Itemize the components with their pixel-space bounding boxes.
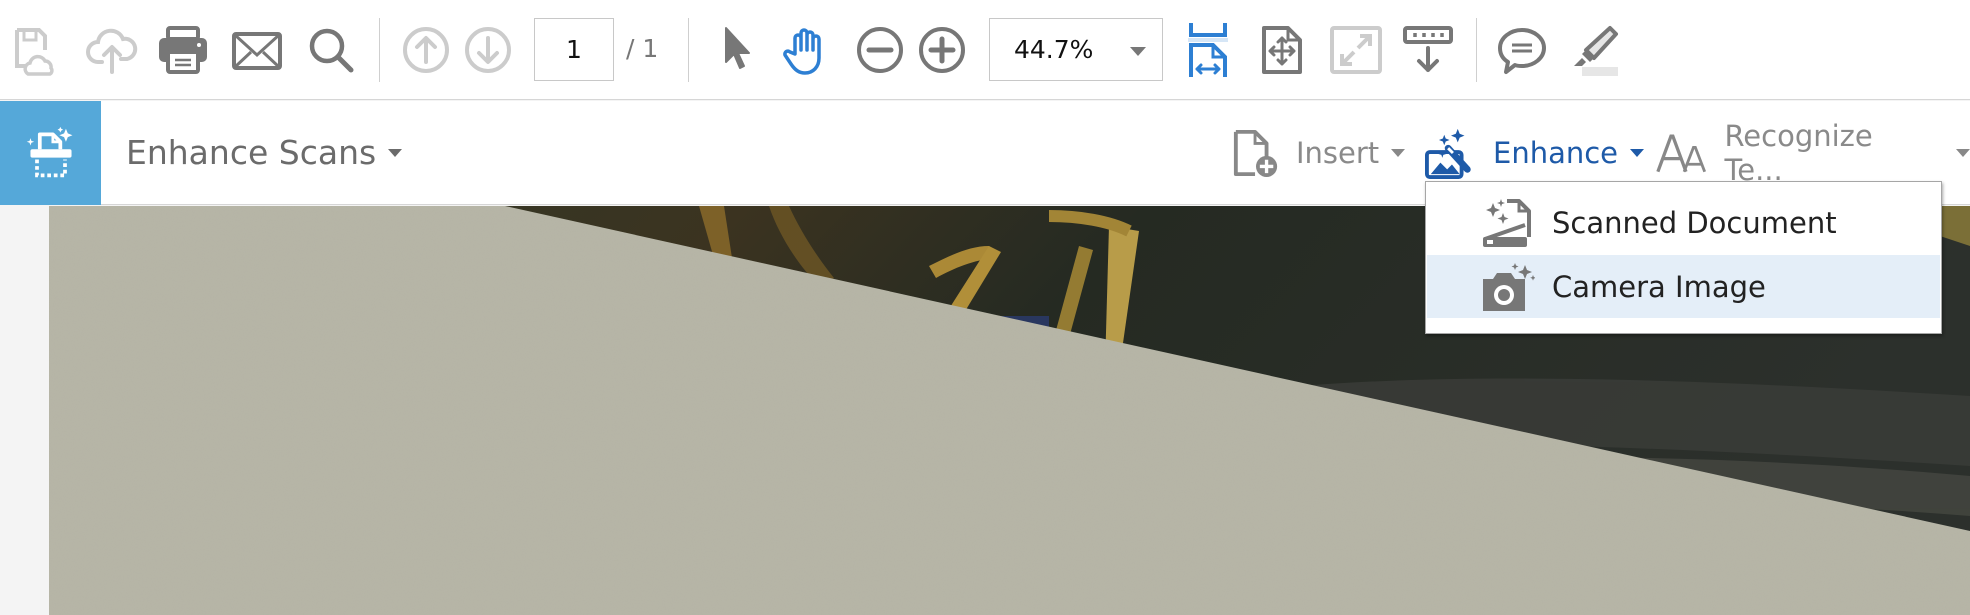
chevron-down-icon: [1630, 149, 1645, 157]
highlighter-icon: [1574, 26, 1618, 76]
enhance-scans-icon: [26, 126, 72, 178]
acrobat-window: 1 / 1 44.7% Enhance Scans Insert Enhance…: [0, 0, 1970, 615]
tool-name-dropdown[interactable]: Enhance Scans: [126, 133, 403, 172]
email-button[interactable]: [229, 22, 285, 78]
print-button[interactable]: [155, 22, 211, 78]
comment-bubble-icon: [1498, 28, 1546, 74]
enhance-dropdown[interactable]: Enhance: [1425, 123, 1645, 183]
full-screen-button[interactable]: [1328, 22, 1384, 78]
scrolling-mode-button[interactable]: [1180, 20, 1236, 80]
menu-item-scanned-document[interactable]: Scanned Document: [1427, 191, 1940, 254]
insert-dropdown[interactable]: Insert: [1232, 123, 1406, 183]
zoom-out-icon: [857, 27, 903, 73]
highlight-button[interactable]: [1566, 22, 1622, 78]
keyboard-download-button[interactable]: [1400, 22, 1456, 78]
hand-tool-button[interactable]: [779, 22, 835, 78]
scrolling-mode-icon: [1188, 23, 1228, 77]
camera-image-icon: [1483, 263, 1535, 311]
comment-button[interactable]: [1494, 22, 1550, 78]
toolbar-separator: [688, 18, 689, 82]
scanned-document-icon: [1483, 199, 1531, 247]
fit-page-button[interactable]: [1254, 22, 1310, 78]
zoom-level-value: 44.7%: [1014, 35, 1094, 64]
enhance-menu: Scanned Document Camera Image: [1425, 181, 1942, 334]
tool-name-label: Enhance Scans: [126, 133, 377, 172]
menu-item-label: Camera Image: [1552, 269, 1766, 304]
zoom-in-button[interactable]: [914, 22, 970, 78]
printer-icon: [159, 26, 207, 74]
cloud-upload-icon: [86, 28, 138, 74]
full-screen-icon: [1330, 26, 1382, 74]
keyboard-download-icon: [1403, 26, 1453, 72]
zoom-in-icon: [919, 27, 965, 73]
recognize-text-icon: [1656, 134, 1707, 173]
chevron-down-icon: [1391, 149, 1406, 157]
enhance-magic-wand-icon: [1425, 128, 1471, 179]
insert-label: Insert: [1296, 136, 1380, 170]
menu-item-label: Scanned Document: [1552, 205, 1837, 240]
envelope-icon: [232, 32, 282, 70]
hand-tool-icon: [783, 28, 821, 75]
chevron-down-icon: [1130, 47, 1146, 56]
zoom-level-dropdown[interactable]: 44.7%: [989, 18, 1163, 81]
enhance-scans-tool-badge: [0, 101, 101, 205]
main-toolbar: 1 / 1 44.7%: [0, 0, 1970, 100]
search-button[interactable]: [303, 22, 359, 78]
toolbar-separator: [379, 18, 380, 82]
arrow-down-circle-icon: [465, 27, 511, 73]
toolbar-separator: [1476, 18, 1477, 82]
chevron-down-icon: [388, 148, 403, 157]
previous-page-button[interactable]: [398, 22, 454, 78]
select-tool-button[interactable]: [708, 22, 764, 78]
insert-page-icon: [1233, 129, 1278, 177]
fit-page-icon: [1262, 26, 1302, 74]
recognize-text-label: Recognize Te...: [1724, 119, 1873, 187]
chevron-down-icon: [1956, 149, 1970, 157]
enhance-label: Enhance: [1493, 136, 1619, 170]
page-total-label: / 1: [626, 34, 659, 63]
zoom-out-button[interactable]: [852, 22, 908, 78]
arrow-up-circle-icon: [403, 27, 449, 73]
menu-item-camera-image[interactable]: Camera Image: [1427, 255, 1940, 318]
save-to-cloud-icon: [15, 28, 54, 76]
recognize-text-dropdown[interactable]: Recognize Te...: [1656, 119, 1970, 187]
cloud-upload-button[interactable]: [84, 22, 140, 78]
cursor-arrow-icon: [725, 27, 750, 69]
next-page-button[interactable]: [460, 22, 516, 78]
save-to-cloud-button[interactable]: [10, 22, 66, 78]
page-number-input[interactable]: 1: [534, 18, 614, 81]
search-icon: [309, 28, 354, 73]
